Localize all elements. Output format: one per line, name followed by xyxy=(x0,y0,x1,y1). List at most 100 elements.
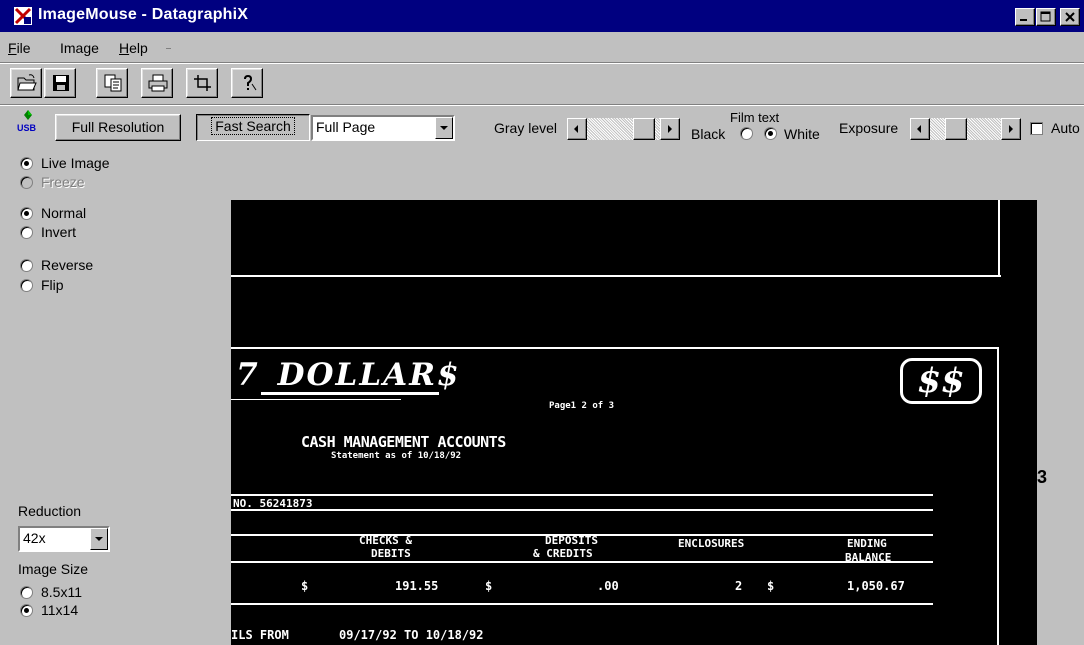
menu-separator xyxy=(166,48,171,49)
auto-checkbox[interactable] xyxy=(1030,122,1043,135)
crop-icon xyxy=(194,75,211,91)
print-button[interactable] xyxy=(141,68,173,98)
image-rule xyxy=(998,200,1000,277)
image-rule xyxy=(231,561,933,563)
maximize-button[interactable] xyxy=(1036,8,1056,26)
exposure-thumb[interactable] xyxy=(944,118,967,140)
copy-button[interactable] xyxy=(96,68,128,98)
image-rule xyxy=(231,509,933,511)
details-from: ILS FROM xyxy=(231,628,289,642)
freeze-radio xyxy=(20,176,33,189)
help-icon xyxy=(244,74,257,91)
exposure-label: Exposure xyxy=(839,120,899,136)
gray-level-left-arrow[interactable] xyxy=(567,118,587,140)
auto-label: Auto xyxy=(1051,120,1080,136)
black-label: Black xyxy=(691,126,726,142)
credits-header: & CREDITS xyxy=(533,547,593,560)
white-radio[interactable] xyxy=(764,127,777,140)
image-margin: 3 xyxy=(1037,200,1084,645)
crop-button[interactable] xyxy=(186,68,218,98)
image-size-label: Image Size xyxy=(18,561,89,577)
flip-radio[interactable] xyxy=(20,279,33,292)
balance-value: 1,050.67 xyxy=(847,579,905,593)
image-rule xyxy=(231,603,933,605)
size-11x14-radio[interactable] xyxy=(20,604,33,617)
save-button[interactable] xyxy=(44,68,76,98)
title-bar[interactable]: ImageMouse - DatagraphiX xyxy=(0,0,1084,32)
dollars-title: 7 DOLLAR$ xyxy=(236,357,461,393)
size-11x14-label: 11x14 xyxy=(41,602,79,618)
window-title: ImageMouse - DatagraphiX xyxy=(38,6,249,23)
debits-header: DEBITS xyxy=(371,547,411,560)
save-icon xyxy=(53,75,69,91)
enclosures-header: ENCLOSURES xyxy=(678,537,745,550)
dollar-sign: $ xyxy=(301,579,309,593)
app-icon xyxy=(14,7,32,25)
image-rule xyxy=(231,347,999,349)
reduction-select[interactable]: 42x xyxy=(18,526,110,552)
gray-level-slider[interactable] xyxy=(567,118,680,140)
invert-radio[interactable] xyxy=(20,226,33,239)
open-folder-icon xyxy=(17,74,37,91)
usb-indicator: USB xyxy=(16,110,40,138)
view-select[interactable]: Full Page xyxy=(311,115,455,141)
deposits-header: DEPOSITS xyxy=(545,534,598,547)
live-image-radio[interactable] xyxy=(20,157,33,170)
reduction-label: Reduction xyxy=(18,503,82,519)
reverse-radio[interactable] xyxy=(20,259,33,272)
chevron-down-icon[interactable] xyxy=(90,528,108,550)
fast-search-button[interactable]: Fast Search xyxy=(196,114,310,141)
menu-file[interactable]: File xyxy=(8,40,31,56)
gray-level-thumb[interactable] xyxy=(632,118,655,140)
title-underline xyxy=(231,399,401,400)
cash-management-heading: CASH MANAGEMENT ACCOUNTS xyxy=(301,433,506,451)
page-number: Page1 2 of 3 xyxy=(549,401,615,411)
dollar-sign: $ xyxy=(485,579,493,593)
film-text-label: Film text xyxy=(730,110,780,125)
minimize-icon xyxy=(1020,19,1027,21)
freeze-label: Freeze xyxy=(41,174,85,190)
normal-label: Normal xyxy=(41,205,87,221)
live-image-label: Live Image xyxy=(41,155,110,171)
dollar-sign: $ xyxy=(767,579,775,593)
white-label: White xyxy=(784,126,820,142)
print-icon xyxy=(148,74,168,92)
invert-label: Invert xyxy=(41,224,77,240)
exposure-right-arrow[interactable] xyxy=(1001,118,1021,140)
size-8-5x11-radio[interactable] xyxy=(20,586,33,599)
normal-radio[interactable] xyxy=(20,207,33,220)
close-icon xyxy=(1065,12,1075,22)
copy-icon xyxy=(104,74,122,92)
toolbar-divider xyxy=(0,104,1084,106)
dollar-logo: $$ xyxy=(900,358,982,404)
deposits-value: .00 xyxy=(597,579,619,593)
gray-level-label: Gray level xyxy=(494,120,558,136)
help-button[interactable] xyxy=(231,68,263,98)
menu-help[interactable]: Help xyxy=(119,40,148,56)
black-radio[interactable] xyxy=(740,127,753,140)
edge-digit: 3 xyxy=(1037,467,1048,487)
exposure-left-arrow[interactable] xyxy=(910,118,930,140)
gray-level-right-arrow[interactable] xyxy=(660,118,680,140)
flip-label: Flip xyxy=(41,277,64,293)
details-date-range: 09/17/92 TO 10/18/92 xyxy=(339,628,484,642)
menu-image[interactable]: Image xyxy=(60,40,99,56)
enclosures-value: 2 xyxy=(735,579,743,593)
minimize-button[interactable] xyxy=(1015,8,1035,26)
exposure-slider[interactable] xyxy=(910,118,1021,140)
size-8-5x11-label: 8.5x11 xyxy=(41,584,82,600)
film-image-view[interactable]: 7 DOLLAR$ Page1 2 of 3 CASH MANAGEMENT AC… xyxy=(231,200,1037,645)
menu-divider xyxy=(0,62,1084,64)
checks-value: 191.55 xyxy=(395,579,439,593)
statement-date: Statement as of 10/18/92 xyxy=(331,451,462,461)
menu-bar: File Image Help xyxy=(0,34,1084,62)
close-button[interactable] xyxy=(1060,8,1080,26)
image-rule xyxy=(231,494,933,496)
chevron-down-icon[interactable] xyxy=(435,117,453,139)
usb-icon xyxy=(24,110,32,120)
open-button[interactable] xyxy=(10,68,42,98)
image-rule xyxy=(231,275,1001,277)
image-rule xyxy=(997,347,999,645)
maximize-icon xyxy=(1040,11,1051,22)
full-resolution-button[interactable]: Full Resolution xyxy=(55,114,181,141)
